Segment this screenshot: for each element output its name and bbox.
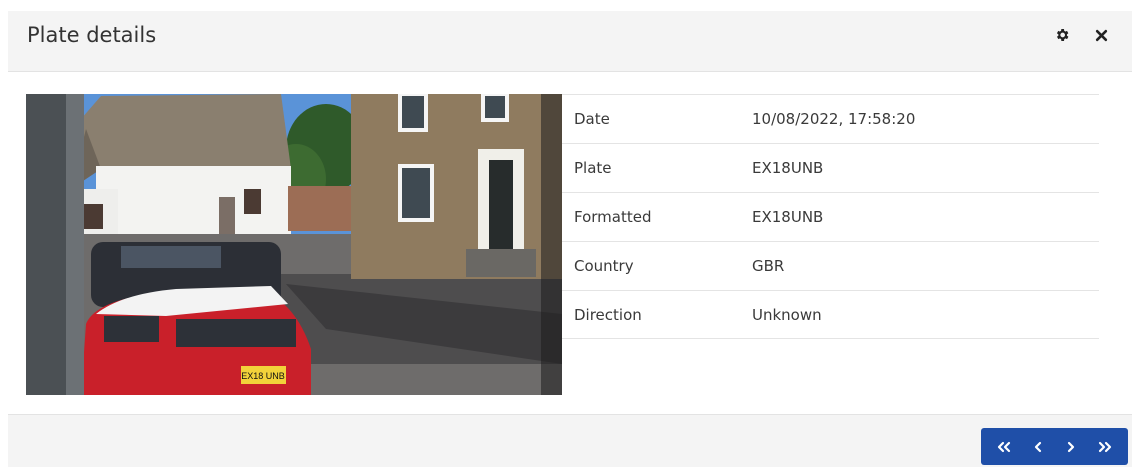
- detail-value: EX18UNB: [752, 208, 824, 226]
- chevron-left-icon: [1034, 441, 1041, 452]
- last-record-button[interactable]: [1091, 433, 1119, 461]
- close-icon: [1095, 29, 1107, 41]
- detail-value: EX18UNB: [752, 159, 824, 177]
- previous-record-button[interactable]: [1024, 433, 1052, 461]
- detail-row-formatted: Formatted EX18UNB: [562, 192, 1099, 241]
- plate-details-table: Date 10/08/2022, 17:58:20 Plate EX18UNB …: [562, 94, 1099, 339]
- next-record-button[interactable]: [1057, 433, 1085, 461]
- detail-label: Direction: [574, 306, 642, 324]
- detail-row-plate: Plate EX18UNB: [562, 143, 1099, 192]
- dialog-header: Plate details: [8, 11, 1132, 72]
- detail-row-date: Date 10/08/2022, 17:58:20: [562, 94, 1099, 143]
- double-chevron-left-icon: [997, 441, 1010, 452]
- detail-label: Country: [574, 257, 634, 275]
- plate-text: EX18 UNB: [241, 371, 285, 381]
- first-record-button[interactable]: [990, 433, 1018, 461]
- detail-row-country: Country GBR: [562, 241, 1099, 290]
- detail-label: Formatted: [574, 208, 652, 226]
- detail-value: GBR: [752, 257, 785, 275]
- detail-value: 10/08/2022, 17:58:20: [752, 110, 916, 128]
- plate-details-dialog: Plate details EX18 UNB Date 10/08/2022, …: [0, 0, 1133, 467]
- detail-value: Unknown: [752, 306, 822, 324]
- chevron-right-icon: [1068, 441, 1075, 452]
- dialog-title: Plate details: [27, 23, 157, 47]
- street-scene-image: EX18 UNB: [26, 94, 562, 395]
- settings-button[interactable]: [1050, 23, 1074, 47]
- plate-capture-image: EX18 UNB: [26, 94, 562, 395]
- detail-row-direction: Direction Unknown: [562, 290, 1099, 339]
- gear-icon: [1056, 29, 1069, 41]
- dialog-footer: [8, 414, 1132, 467]
- detail-label: Date: [574, 110, 610, 128]
- record-pager: [981, 428, 1128, 465]
- close-button[interactable]: [1089, 23, 1113, 47]
- detail-label: Plate: [574, 159, 612, 177]
- double-chevron-right-icon: [1099, 441, 1112, 452]
